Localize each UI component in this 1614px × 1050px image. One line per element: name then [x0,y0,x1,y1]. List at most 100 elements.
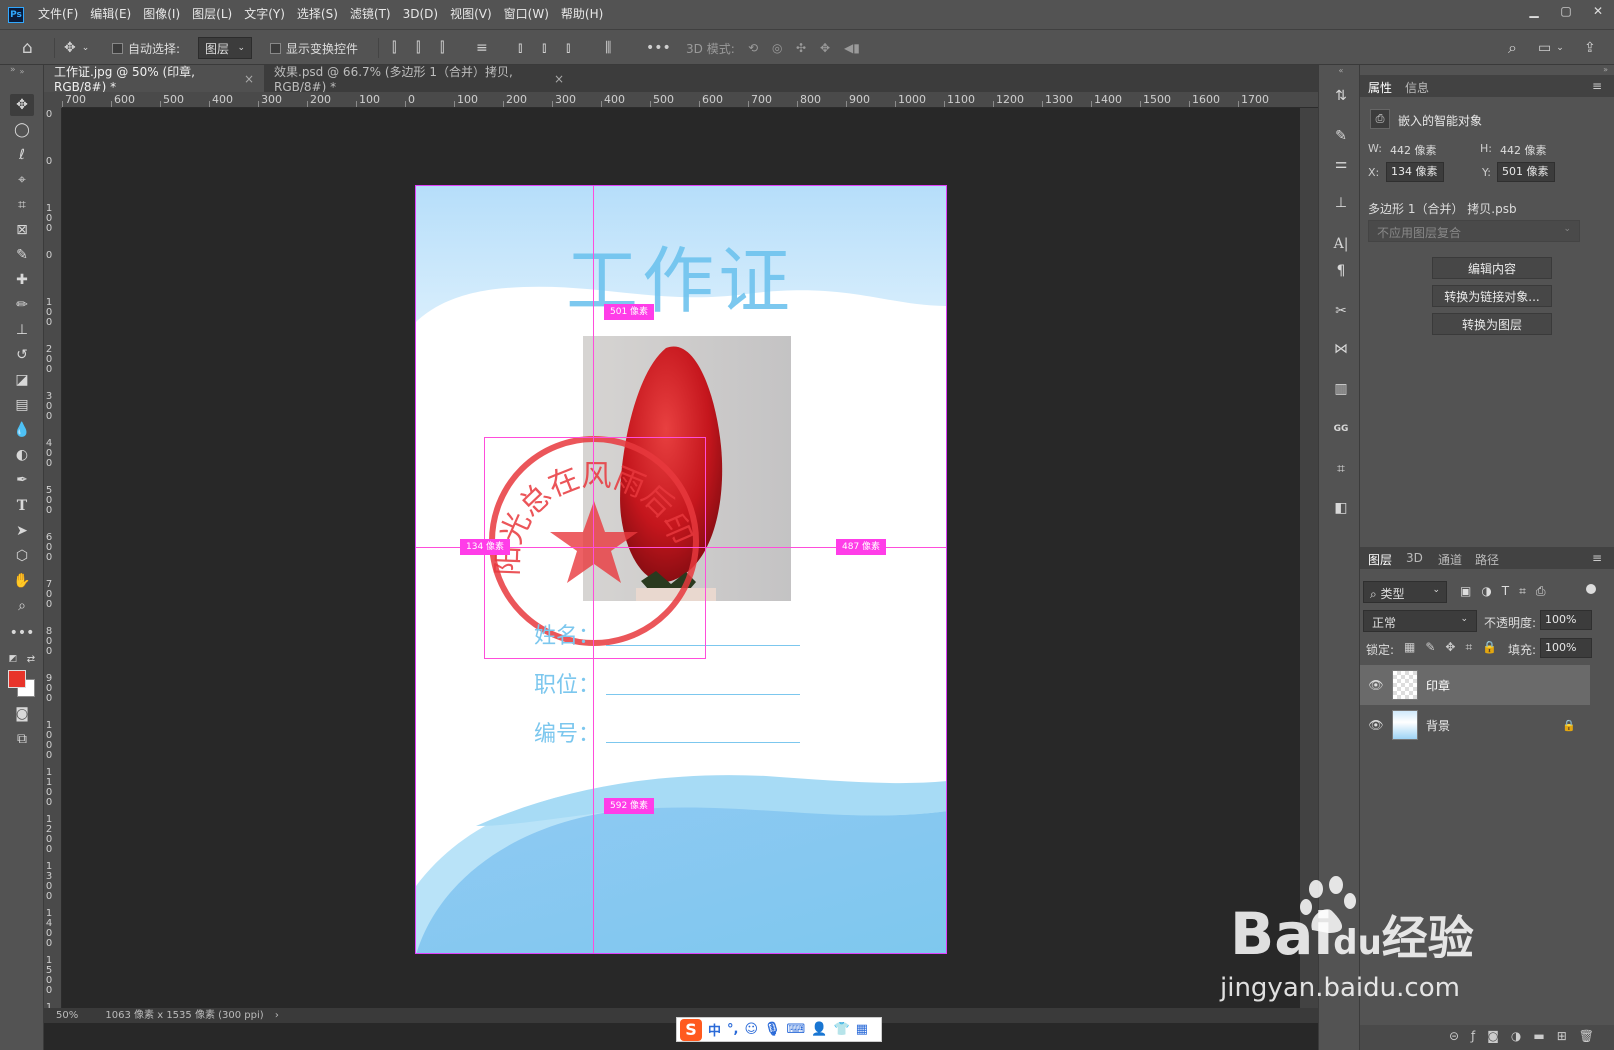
screen-mode-icon[interactable]: ⧉ [10,728,34,750]
menu-filter[interactable]: 滤镜(T) [344,0,397,29]
transform-bounding-box[interactable] [484,437,706,659]
auto-select-target-select[interactable]: 图层 ⌄ [198,37,252,59]
distribute-v-icon[interactable]: ⫼ [605,30,611,66]
align-left-icon[interactable]: ⫿ [392,30,396,66]
h-value[interactable]: 442 像素 [1500,142,1547,158]
tab-close-icon[interactable]: × [244,72,254,86]
menu-view[interactable]: 视图(V) [444,0,498,29]
menu-3d[interactable]: 3D(D) [397,0,444,29]
collapse-panels-icon[interactable]: « [1329,65,1353,75]
marquee-tool-icon[interactable]: ◯ [10,119,34,141]
crop-panel-icon[interactable]: ⌗ [1329,458,1353,480]
more-options-icon[interactable]: ••• [646,30,671,66]
tab-close-icon[interactable]: × [554,72,564,86]
tab-3d[interactable]: 3D [1406,551,1423,565]
shape-tool-icon[interactable]: ⬡ [10,545,34,567]
layer-row-stamp[interactable]: 👁 印章 [1360,665,1590,705]
quick-mask-icon[interactable]: ◙ [10,703,34,725]
layer-row-background[interactable]: 👁 背景 🔒 [1360,705,1590,745]
tab-properties[interactable]: 属性 [1368,79,1392,96]
histogram-icon[interactable]: ▥ [1329,378,1353,400]
show-transform-checkbox[interactable]: 显示变换控件 [270,30,358,66]
menu-window[interactable]: 窗口(W) [498,0,555,29]
pen-tool-icon[interactable]: ✒ [10,469,34,491]
clone-source-icon[interactable]: ⊥ [1329,192,1353,214]
distribute-icon[interactable]: ≡ [476,30,488,66]
gg-panel-icon[interactable]: GG [1329,418,1353,440]
navigator-icon[interactable]: ◧ [1329,497,1353,519]
align-top-icon[interactable]: ⫾ [518,30,522,66]
tab-channels[interactable]: 通道 [1438,551,1462,568]
tools-panel-icon[interactable]: ✂ [1329,300,1353,322]
move-tool-preset-icon[interactable]: ✥ ⌄ [64,30,89,66]
align-bottom-icon[interactable]: ⫾ [566,30,570,66]
ime-mode[interactable]: 中 [708,1020,721,1039]
type-tool-icon[interactable]: T [10,495,34,517]
quick-select-tool-icon[interactable]: ⌖ [10,169,34,191]
history-panel-icon[interactable]: ⇅ [1329,85,1353,107]
panel-menu-icon[interactable]: ≡ [1592,79,1602,93]
tab-info[interactable]: 信息 [1405,79,1429,96]
swap-colors-icon[interactable]: ⇄ [24,648,38,670]
visibility-eye-icon[interactable]: 👁 [1366,718,1386,732]
ime-punct-icon[interactable]: °, [727,1022,738,1037]
align-right-icon[interactable]: ⫿ [440,30,444,66]
tab-effect-doc[interactable]: 效果.psd @ 66.7% (多边形 1（合并）拷贝, RGB/8#) * × [264,65,574,94]
sogou-logo-icon[interactable]: S [680,1018,702,1041]
visibility-eye-icon[interactable]: 👁 [1366,678,1386,692]
document-image[interactable]: 工作证 阳光总在风雨后印 姓名： 职位： 编号： 501 像素 134 像素 4… [415,185,947,954]
brush-settings-icon[interactable]: ✎ [1329,125,1353,147]
hand-tool-icon[interactable]: ✋ [10,570,34,592]
maximize-icon[interactable]: ▢ [1550,0,1582,22]
crop-tool-icon[interactable]: ⌗ [10,194,34,216]
healing-tool-icon[interactable]: ✚ [10,269,34,291]
x-field[interactable]: 134 像素 [1386,162,1444,182]
search-icon[interactable]: ⌕ [1508,30,1517,66]
blur-tool-icon[interactable]: 💧 [10,419,34,441]
layer-filter-icons[interactable]: ▣◑T⌗⎙ [1460,584,1556,599]
collapse-icon[interactable]: » [1360,65,1614,74]
opacity-field[interactable]: 100% [1540,610,1592,630]
share-icon[interactable]: ⇪ [1584,30,1596,66]
brush-tool-icon[interactable]: ✏ [10,294,34,316]
gradient-tool-icon[interactable]: ▤ [10,394,34,416]
auto-select-checkbox[interactable]: 自动选择: [112,30,180,66]
menu-file[interactable]: 文件(F) [32,0,84,29]
edit-toolbar-icon[interactable]: ••• [10,622,35,644]
path-select-tool-icon[interactable]: ➤ [10,520,34,542]
layers-footer-icons[interactable]: ⊝ƒ◙◑▬⊞🗑 [1360,1025,1614,1050]
ime-emoji-icon[interactable]: ☺ [744,1022,758,1037]
ime-skin-icon[interactable]: 👕 [834,1022,850,1037]
menu-type[interactable]: 文字(Y) [238,0,291,29]
menu-layer[interactable]: 图层(L) [186,0,238,29]
ime-user-icon[interactable]: 👤 [811,1022,827,1037]
foreground-color-swatch[interactable] [8,670,26,688]
fill-field[interactable]: 100% [1540,638,1592,658]
stamp-tool-icon[interactable]: ⊥ [10,319,34,341]
lock-icon[interactable]: 🔒 [1562,719,1576,732]
paragraph-panel-icon[interactable]: ¶ [1329,260,1353,282]
layer-filter-select[interactable]: ⌕ 类型 ⌄ [1363,581,1447,603]
tab-layers[interactable]: 图层 [1368,551,1392,568]
zoom-tool-icon[interactable]: ⌕ [10,595,34,617]
adjustments-icon[interactable]: ⚌ [1329,153,1353,175]
ime-toolbox-icon[interactable]: ▦ [856,1022,868,1037]
edit-contents-button[interactable]: 编辑内容 [1432,257,1552,279]
move-tool-icon[interactable]: ✥ [10,94,34,116]
close-icon[interactable]: ✕ [1582,0,1614,22]
align-vcenter-icon[interactable]: ⫾ [542,30,546,66]
tab-paths[interactable]: 路径 [1475,551,1499,568]
workspace-icon[interactable]: ▭ ⌄ [1538,30,1564,66]
history-brush-icon[interactable]: ↺ [10,344,34,366]
panel-expand-icon[interactable]: » [10,65,16,75]
ime-keyboard-icon[interactable]: ⌨ [787,1022,806,1037]
status-menu-arrow-icon[interactable]: › [275,1010,279,1021]
minimize-icon[interactable]: ▁ [1518,0,1550,22]
home-icon[interactable]: ⌂ [22,30,33,66]
menu-edit[interactable]: 编辑(E) [84,0,137,29]
tab-workcard-doc[interactable]: 工作证.jpg @ 50% (印章, RGB/8#) * × [44,65,264,94]
blend-mode-select[interactable]: 正常 ⌄ [1363,610,1477,632]
filter-toggle-icon[interactable] [1586,584,1596,594]
lasso-tool-icon[interactable]: ℓ [10,144,34,166]
menu-select[interactable]: 选择(S) [291,0,344,29]
